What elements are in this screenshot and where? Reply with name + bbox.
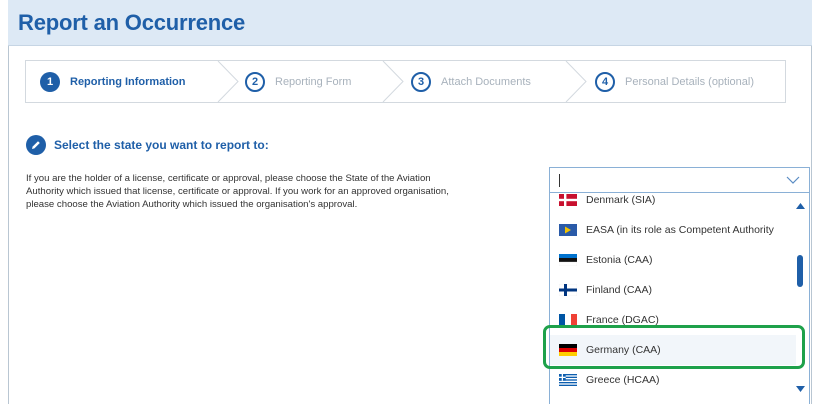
text-cursor bbox=[559, 174, 560, 187]
step-attach-documents[interactable]: 3 Attach Documents bbox=[411, 61, 531, 102]
section-heading: Select the state you want to report to: bbox=[26, 135, 269, 155]
scroll-down-icon[interactable] bbox=[796, 386, 805, 392]
step-reporting-form[interactable]: 2 Reporting Form bbox=[245, 61, 351, 102]
progress-stepper: 1 Reporting Information 2 Reporting Form… bbox=[25, 60, 786, 103]
chevron-down-icon[interactable] bbox=[786, 175, 800, 185]
denmark-flag-icon bbox=[559, 194, 577, 206]
step-number: 2 bbox=[245, 71, 265, 92]
step-personal-details[interactable]: 4 Personal Details (optional) bbox=[595, 61, 754, 102]
option-estonia[interactable]: Estonia (CAA) bbox=[550, 245, 796, 275]
description-line: Authority which issued that license, cer… bbox=[26, 186, 449, 197]
option-label: Estonia (CAA) bbox=[586, 254, 653, 266]
pencil-icon bbox=[26, 135, 46, 155]
step-label: Attach Documents bbox=[441, 75, 531, 88]
step-reporting-information[interactable]: 1 Reporting Information bbox=[40, 61, 186, 102]
step-number: 1 bbox=[40, 71, 60, 92]
option-label: EASA (in its role as Competent Authority bbox=[586, 224, 774, 236]
option-easa[interactable]: EASA (in its role as Competent Authority bbox=[550, 215, 796, 245]
greece-flag-icon bbox=[559, 374, 577, 386]
step-number: 4 bbox=[595, 71, 615, 92]
step-separator-icon bbox=[217, 61, 239, 102]
selection-highlight bbox=[543, 325, 805, 369]
scrollbar-thumb[interactable] bbox=[797, 255, 803, 287]
scroll-up-icon[interactable] bbox=[796, 203, 805, 209]
section-title: Select the state you want to report to: bbox=[54, 138, 269, 152]
state-select-input[interactable] bbox=[549, 167, 810, 193]
page-header: Report an Occurrence bbox=[8, 0, 812, 46]
page-title: Report an Occurrence bbox=[18, 10, 246, 35]
state-options-list: Denmark (SIA) EASA (in its role as Compe… bbox=[549, 193, 810, 404]
estonia-flag-icon bbox=[559, 254, 577, 266]
easa-logo-icon bbox=[559, 224, 577, 236]
step-number: 3 bbox=[411, 71, 431, 92]
description-line: please choose the Aviation Authority whi… bbox=[26, 199, 358, 210]
step-label: Personal Details (optional) bbox=[625, 75, 755, 88]
description-line: If you are the holder of a license, cert… bbox=[26, 173, 431, 184]
step-separator-icon bbox=[382, 61, 404, 102]
option-finland[interactable]: Finland (CAA) bbox=[550, 275, 796, 305]
step-label: Reporting Information bbox=[70, 75, 186, 88]
finland-flag-icon bbox=[559, 284, 577, 296]
step-separator-icon bbox=[565, 61, 587, 102]
option-denmark[interactable]: Denmark (SIA) bbox=[550, 193, 796, 215]
option-label: Greece (HCAA) bbox=[586, 374, 660, 386]
section-description: If you are the holder of a license, cert… bbox=[26, 172, 546, 211]
option-label: Finland (CAA) bbox=[586, 284, 652, 296]
option-greece[interactable]: Greece (HCAA) bbox=[550, 365, 796, 395]
step-label: Reporting Form bbox=[275, 75, 352, 88]
option-label: Denmark (SIA) bbox=[586, 194, 656, 206]
